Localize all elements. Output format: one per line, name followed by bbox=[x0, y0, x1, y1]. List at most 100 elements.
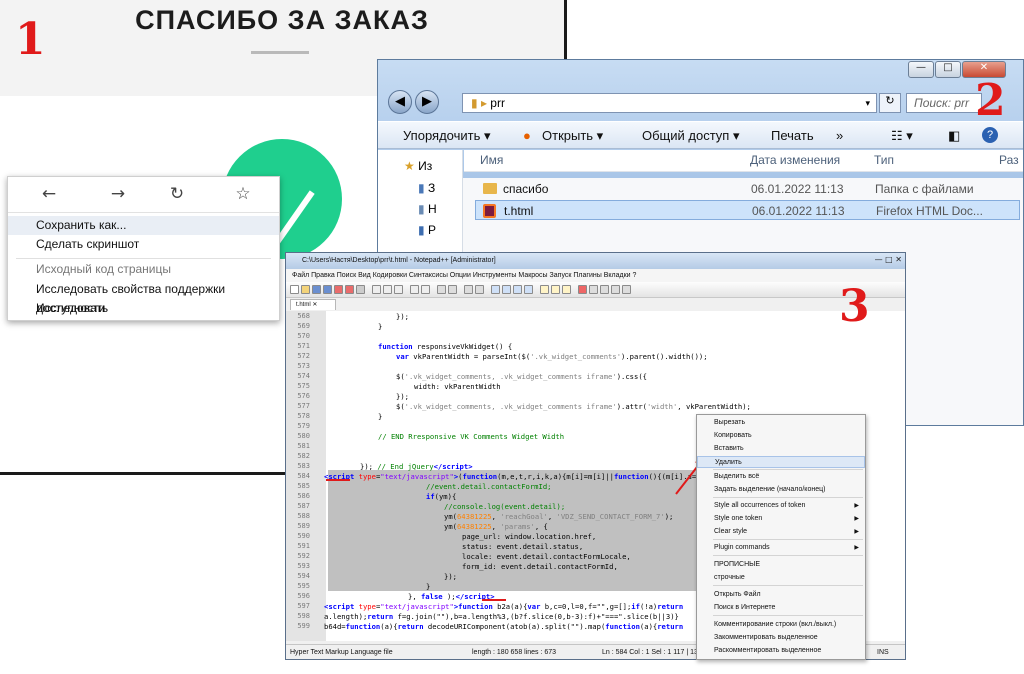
notepad-menubar[interactable]: Файл Правка Поиск Вид Кодировки Синтакси… bbox=[286, 269, 905, 282]
indent-guide-icon[interactable] bbox=[524, 285, 533, 294]
maximize-button[interactable]: □ bbox=[935, 61, 961, 78]
window-controls[interactable]: — □ ✕ bbox=[852, 255, 902, 267]
redo-icon[interactable] bbox=[421, 285, 430, 294]
folder-workspace-icon[interactable] bbox=[562, 285, 571, 294]
page-title: СПАСИБО ЗА ЗАКАЗ bbox=[135, 5, 429, 35]
line-number: 594 bbox=[297, 572, 310, 580]
menu-cut[interactable]: Вырезать bbox=[697, 417, 865, 429]
menu-delete[interactable]: Удалить bbox=[697, 456, 865, 468]
new-file-icon[interactable] bbox=[290, 285, 299, 294]
line-number: 589 bbox=[297, 522, 310, 530]
menu-lowercase[interactable]: строчные bbox=[697, 572, 865, 584]
minimize-button[interactable]: — bbox=[908, 61, 934, 78]
code-line: $('.vk_widget_comments, .vk_widget_comme… bbox=[396, 372, 647, 381]
code-line: locale: event.detail.contactFormLocale, bbox=[462, 552, 631, 561]
menu-uncomment-selection[interactable]: Раскомментировать выделенное bbox=[697, 645, 865, 657]
menu-style-one-token[interactable]: Style one token ▶ bbox=[697, 513, 865, 525]
menu-copy[interactable]: Копировать bbox=[697, 430, 865, 442]
tab-t-html[interactable]: t.html ✕ bbox=[290, 299, 336, 310]
back-nav-icon[interactable]: ◀ bbox=[388, 90, 412, 114]
menu-comment-selection[interactable]: Закомментировать выделенное bbox=[697, 632, 865, 644]
menu-style-all-tokens[interactable]: Style all occurrences of token ▶ bbox=[697, 500, 865, 512]
menu-save-as[interactable]: Сохранить как... bbox=[8, 216, 279, 235]
submenu-arrow-icon: ▶ bbox=[854, 545, 859, 551]
wrap-icon[interactable] bbox=[502, 285, 511, 294]
doc-map-icon[interactable] bbox=[540, 285, 549, 294]
sync-scroll-icon[interactable] bbox=[491, 285, 500, 294]
file-list-header: Имя Дата изменения Тип Раз bbox=[464, 150, 1023, 172]
nav-item-recent[interactable]: ▮ Н bbox=[418, 202, 437, 216]
close-all-icon[interactable] bbox=[345, 285, 354, 294]
menu-plugin-commands[interactable]: Plugin commands ▶ bbox=[697, 542, 865, 554]
menu-select-all[interactable]: Выделить всё bbox=[697, 471, 865, 483]
play-macro-icon[interactable] bbox=[600, 285, 609, 294]
share-button[interactable]: Общий доступ ▾ bbox=[642, 128, 739, 144]
column-size[interactable]: Раз bbox=[999, 153, 1019, 167]
replace-icon[interactable] bbox=[448, 285, 457, 294]
organize-button[interactable]: Упорядочить ▾ bbox=[403, 128, 491, 144]
menu-view-source[interactable]: Исходный код страницы bbox=[8, 260, 279, 279]
column-type[interactable]: Тип bbox=[874, 153, 894, 167]
close-file-icon[interactable] bbox=[334, 285, 343, 294]
code-line: //event.detail.contactFormId; bbox=[426, 482, 552, 491]
menu-uppercase[interactable]: ПРОПИСНЫЕ bbox=[697, 559, 865, 571]
forward-nav-icon[interactable]: ▶ bbox=[415, 90, 439, 114]
menu-screenshot[interactable]: Сделать скриншот bbox=[8, 235, 279, 254]
refresh-icon[interactable]: ↻ bbox=[879, 93, 901, 113]
menu-accessibility[interactable]: Исследовать свойства поддержки доступнос… bbox=[8, 280, 279, 315]
view-options-icon[interactable]: ☷ ▾ bbox=[891, 128, 913, 144]
menu-search-internet[interactable]: Поиск в Интернете bbox=[697, 602, 865, 614]
run-macro-icon[interactable] bbox=[611, 285, 620, 294]
code-line: function responsiveVkWidget() { bbox=[378, 342, 513, 351]
menu-open-file[interactable]: Открыть Файл bbox=[697, 589, 865, 601]
save-icon[interactable] bbox=[312, 285, 321, 294]
file-row-html[interactable]: t.html 06.01.2022 11:13 Firefox HTML Doc… bbox=[475, 200, 1020, 220]
menu-clear-style[interactable]: Clear style ▶ bbox=[697, 526, 865, 538]
nav-item-favorites[interactable]: ★ Из bbox=[404, 159, 432, 173]
menu-divider bbox=[713, 497, 863, 498]
show-all-icon[interactable] bbox=[513, 285, 522, 294]
file-row-folder[interactable]: спасибо 06.01.2022 11:13 Папка с файлами bbox=[475, 179, 1020, 199]
save-all-icon[interactable] bbox=[323, 285, 332, 294]
open-button[interactable]: Открыть ▾ bbox=[542, 128, 603, 144]
more-commands-button[interactable]: » bbox=[836, 128, 843, 143]
menu-inspect[interactable]: Исследовать bbox=[8, 299, 279, 318]
menu-paste[interactable]: Вставить bbox=[697, 443, 865, 455]
copy-icon[interactable] bbox=[383, 285, 392, 294]
open-file-icon[interactable] bbox=[301, 285, 310, 294]
chevron-down-icon[interactable]: ▾ bbox=[865, 94, 870, 112]
code-line: form_id: event.detail.contactFormId, bbox=[462, 562, 618, 571]
help-icon[interactable]: ? bbox=[982, 127, 998, 143]
bookmark-star-icon[interactable]: ☆ bbox=[228, 184, 258, 204]
back-arrow-icon[interactable]: ← bbox=[34, 184, 64, 204]
print-button[interactable]: Печать bbox=[771, 128, 814, 143]
context-nav-bar: ← → ↻ ☆ bbox=[8, 177, 279, 213]
forward-arrow-icon[interactable]: → bbox=[103, 184, 133, 204]
find-icon[interactable] bbox=[437, 285, 446, 294]
menu-set-selection[interactable]: Задать выделение (начало/конец) bbox=[697, 484, 865, 496]
column-date[interactable]: Дата изменения bbox=[750, 153, 840, 167]
preview-pane-icon[interactable]: ◧ bbox=[948, 128, 960, 144]
function-list-icon[interactable] bbox=[551, 285, 560, 294]
menu-divider bbox=[713, 539, 863, 540]
reload-icon[interactable]: ↻ bbox=[162, 184, 192, 204]
stop-macro-icon[interactable] bbox=[589, 285, 598, 294]
editor-context-menu: Вырезать Копировать Вставить Удалить Выд… bbox=[696, 414, 866, 660]
zoom-out-icon[interactable] bbox=[475, 285, 484, 294]
nav-item-desktop[interactable]: ▮ Р bbox=[418, 223, 436, 237]
cut-icon[interactable] bbox=[372, 285, 381, 294]
address-bar[interactable]: ▮ ▸ prr ▾ bbox=[462, 93, 877, 113]
code-line: $('.vk_widget_comments, .vk_widget_comme… bbox=[396, 402, 751, 411]
zoom-in-icon[interactable] bbox=[464, 285, 473, 294]
nav-item-downloads[interactable]: ▮ З bbox=[418, 181, 435, 195]
record-macro-icon[interactable] bbox=[578, 285, 587, 294]
save-macro-icon[interactable] bbox=[622, 285, 631, 294]
undo-icon[interactable] bbox=[410, 285, 419, 294]
column-name[interactable]: Имя bbox=[480, 153, 503, 167]
paste-icon[interactable] bbox=[394, 285, 403, 294]
search-input[interactable]: Поиск: prr bbox=[906, 93, 982, 113]
line-number: 573 bbox=[297, 362, 310, 370]
print-icon[interactable] bbox=[356, 285, 365, 294]
menu-toggle-comment[interactable]: Комментирование строки (вкл./выкл.) bbox=[697, 619, 865, 631]
firefox-icon: ● bbox=[523, 128, 531, 143]
